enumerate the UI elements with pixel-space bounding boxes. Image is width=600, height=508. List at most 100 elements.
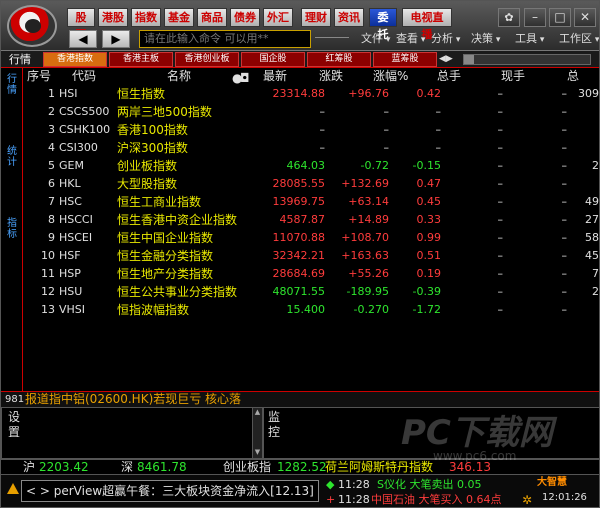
menu-divider [315, 37, 349, 38]
back-arrow-icon[interactable]: ◀ [69, 30, 97, 48]
menu-view[interactable]: 查看 [396, 32, 425, 47]
tab-hk-gem[interactable]: 香港创业板 [175, 52, 239, 67]
col-header-change-pct[interactable]: 涨幅% [373, 69, 408, 84]
app-logo-icon[interactable] [7, 5, 57, 47]
cell-no: 7 [48, 195, 55, 208]
table-row[interactable]: 4 CSI300 沪深300指数 – – – – – [23, 139, 599, 157]
table-row[interactable]: 12 HSU 恒生公共事业分类指数 48071.55 -189.95 -0.39 – – 2 [23, 283, 599, 301]
menu-button-stocks[interactable]: 股票 [67, 8, 95, 41]
table-row[interactable]: 10 HSF 恒生金融分类指数 32342.21 +163.63 0.51 – – 45 [23, 247, 599, 265]
settings-panel-scrollbar[interactable]: ▲ ▼ [252, 408, 262, 458]
col-header-total[interactable]: 总 [567, 69, 579, 84]
cell-change: – [383, 141, 390, 154]
col-header-last[interactable]: 最新 [263, 69, 287, 84]
table-row[interactable]: 8 HSCCI 恒生香港中资企业指数 4587.87 +14.89 0.33 – – 27 [23, 211, 599, 229]
table-row[interactable]: 6 HKL 大型股指数 28085.55 +132.69 0.47 – – [23, 175, 599, 193]
alert-diamond-icon: ◆ [326, 478, 335, 491]
alert-text-1[interactable]: S仪化 大笔卖出 0.05 [377, 478, 481, 492]
cell-current-volume: – [561, 123, 568, 136]
menu-tools[interactable]: 工具 [515, 32, 544, 47]
scroll-up-icon[interactable]: ▲ [253, 408, 262, 417]
sh-index-label: 沪 [23, 460, 36, 474]
minimize-icon[interactable]: – [524, 8, 546, 27]
menu-button-wealth[interactable]: 理财 [301, 8, 331, 27]
menu-button-forex[interactable]: 外汇 [263, 8, 293, 27]
cell-volume: – [497, 285, 504, 298]
tab-scroll-arrows-icon[interactable]: ◀▶ [439, 52, 459, 67]
cell-change-pct: 0.33 [416, 213, 442, 226]
col-header-change[interactable]: 涨跌 [319, 69, 343, 84]
menu-file[interactable]: 文件 [361, 32, 390, 47]
watermark-logo: PC下载网 [401, 413, 553, 453]
menu-button-trade[interactable]: 委托 [369, 8, 397, 41]
gem-index-label: 创业板指 [223, 460, 272, 474]
command-input[interactable]: 请在此输入命令 可以用** [139, 30, 311, 48]
news-headline[interactable]: < > perView超赢午餐：三大板块资金净流入[12.13] [21, 480, 319, 502]
gear-icon[interactable]: ✲ [522, 493, 532, 507]
table-row[interactable]: 7 HSC 恒生工商业指数 13969.75 +63.14 0.45 – – 49 [23, 193, 599, 211]
cell-change-pct: -1.72 [412, 303, 441, 316]
tab-h-shares[interactable]: 国企股 [241, 52, 305, 67]
table-row[interactable]: 9 HSCEI 恒生中国企业指数 11070.88 +108.70 0.99 – – 58 [23, 229, 599, 247]
cell-change: +108.70 [341, 231, 389, 244]
col-header-no[interactable]: 序号 [27, 69, 51, 84]
sz-index-value[interactable]: 8461.78 [137, 460, 187, 474]
col-header-name[interactable]: 名称 [167, 69, 191, 84]
cell-current-volume: – [561, 231, 568, 244]
menu-button-hk-stocks[interactable]: 港股 [98, 8, 128, 27]
menu-decision[interactable]: 决策 [471, 32, 500, 47]
close-icon[interactable]: ✕ [574, 8, 596, 27]
scrollbar-thumb[interactable] [464, 55, 474, 64]
quote-table: 序号 代码 名称 ● ◘ 最新 涨跌 涨幅% 总手 现手 总 1 HSI 恒生指数 2… [23, 68, 599, 391]
cell-no: 1 [48, 87, 55, 100]
tab-red-chips[interactable]: 红筹股 [307, 52, 371, 67]
cell-change-pct: -0.39 [412, 285, 441, 298]
col-header-current-volume[interactable]: 现手 [501, 69, 525, 84]
cell-total: 58 [585, 231, 599, 244]
settings-panel-label[interactable]: 设置 [6, 410, 22, 440]
table-row[interactable]: 5 GEM 创业板指数 464.03 -0.72 -0.15 – – 2 [23, 157, 599, 175]
side-tab-indicators[interactable]: 指标 [4, 218, 20, 240]
scroll-down-icon[interactable]: ▼ [253, 448, 262, 457]
menu-button-commodities[interactable]: 商品 [197, 8, 227, 27]
cell-current-volume: – [561, 267, 568, 280]
cell-code: HKL [59, 177, 81, 190]
cell-name: 恒生地产分类指数 [117, 267, 214, 281]
table-row[interactable]: 13 VHSI 恒指波幅指数 15.400 -0.270 -1.72 – – [23, 301, 599, 319]
forward-arrow-icon[interactable]: ▶ [102, 30, 130, 48]
menu-button-news[interactable]: 资讯 [334, 8, 364, 27]
tab-blue-chips[interactable]: 蓝筹股 [373, 52, 437, 67]
alert-text-2[interactable]: 中国石油 大笔买入 0.64点 [371, 493, 502, 507]
table-row[interactable]: 3 CSHK100 香港100指数 – – – – – [23, 121, 599, 139]
menu-button-bonds[interactable]: 债券 [230, 8, 260, 27]
col-header-volume[interactable]: 总手 [437, 69, 461, 84]
horizontal-scrollbar[interactable] [463, 54, 591, 65]
ticker-text[interactable]: 报道指中铝(02600.HK)若现巨亏 核心落 [25, 392, 255, 407]
cell-total: 7 [592, 267, 599, 280]
cell-change-pct: 0.19 [416, 267, 442, 280]
side-tab-quotes[interactable]: 行情 [4, 74, 20, 96]
sh-index-value[interactable]: 2203.42 [39, 460, 89, 474]
col-header-code[interactable]: 代码 [72, 69, 96, 84]
table-row[interactable]: 2 CSCS500 两岸三地500指数 – – – – – [23, 103, 599, 121]
tab-hk-index[interactable]: 香港指数 [43, 52, 107, 67]
cell-total: 45 [585, 249, 599, 262]
gem-index-value[interactable]: 1282.52 [277, 460, 327, 474]
news-ticker[interactable]: 981 报道指中铝(02600.HK)若现巨亏 核心落 [1, 391, 599, 407]
side-tab-statistics[interactable]: 统计 [4, 146, 20, 168]
monitor-panel-label[interactable]: 监控 [266, 410, 282, 440]
skin-icon[interactable]: ✿ [498, 8, 520, 27]
table-row[interactable]: 1 HSI 恒生指数 23314.88 +96.76 0.42– –309 [23, 85, 599, 103]
menu-workspace[interactable]: 工作区 [559, 32, 599, 47]
warning-icon[interactable] [7, 483, 19, 494]
menu-button-index[interactable]: 指数 [131, 8, 161, 27]
menu-button-tv-live[interactable]: 电视直播 [402, 8, 452, 41]
menu-analysis[interactable]: 分析 [431, 32, 460, 47]
menu-button-funds[interactable]: 基金 [164, 8, 194, 27]
maximize-icon[interactable]: □ [549, 8, 571, 27]
cell-change-pct: 0.45 [416, 195, 442, 208]
tab-hk-main-board[interactable]: 香港主板 [109, 52, 173, 67]
cell-name: 恒生香港中资企业指数 [117, 213, 238, 227]
cell-no: 9 [48, 231, 55, 244]
table-row[interactable]: 11 HSP 恒生地产分类指数 28684.69 +55.26 0.19 – – 7 [23, 265, 599, 283]
